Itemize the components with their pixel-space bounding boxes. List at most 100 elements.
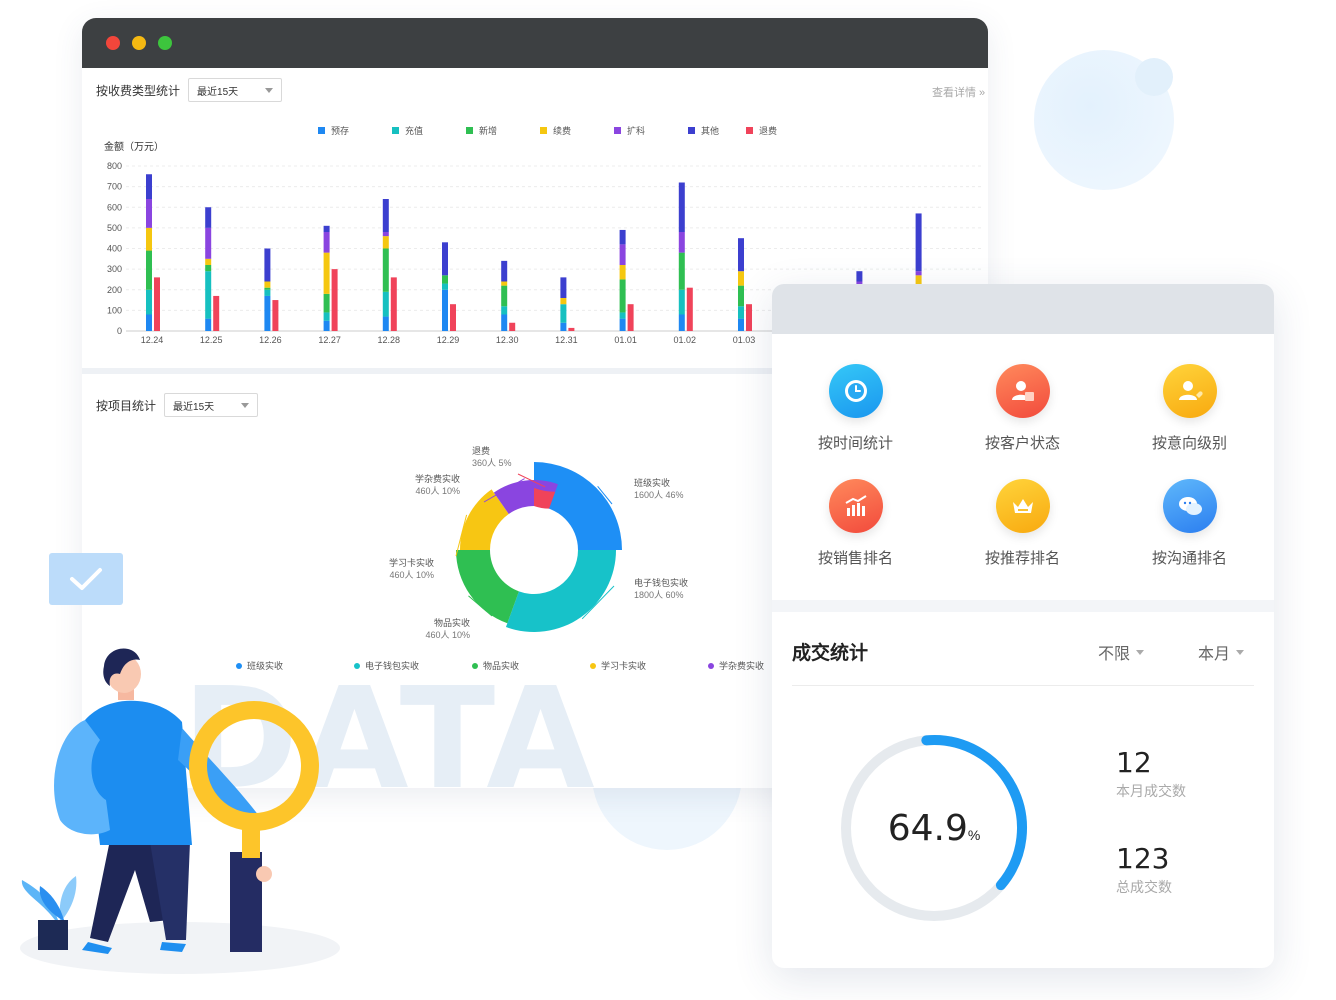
feature-referral-rank[interactable]: 按推荐排名 — [939, 479, 1106, 568]
bar-segment — [264, 281, 271, 288]
x-tick-label: 12.27 — [318, 335, 341, 345]
bar-segment — [205, 271, 212, 319]
bar-segment — [323, 225, 330, 232]
legend-swatch — [746, 127, 753, 134]
bar-segment — [678, 252, 685, 290]
feature-communication-rank[interactable]: 按沟通排名 — [1106, 479, 1273, 568]
bar-segment — [146, 227, 152, 251]
maximize-window-button[interactable] — [158, 36, 172, 50]
month-deal-count: 12 — [1116, 746, 1152, 779]
bar-segment — [619, 265, 626, 280]
donut-legend-item[interactable]: 学习卡实收 — [590, 659, 708, 672]
donut-legend-item[interactable]: 电子钱包实收 — [354, 659, 472, 672]
caret-down-icon — [1236, 649, 1245, 655]
feature-label: 按销售排名 — [817, 550, 893, 567]
bar-segment — [738, 285, 744, 307]
decor-bubble-small — [1135, 58, 1173, 96]
legend-label: 充值 — [405, 126, 424, 136]
view-details-link[interactable]: 查看详情 » — [932, 84, 985, 100]
close-window-button[interactable] — [106, 36, 120, 50]
legend-dot — [472, 662, 478, 669]
feature-sales-rank[interactable]: 按销售排名 — [772, 479, 939, 568]
bar-segment — [619, 312, 626, 319]
x-tick-label: 12.31 — [555, 335, 578, 345]
bar-segment — [686, 287, 693, 331]
feature-label: 按沟通排名 — [1151, 550, 1227, 567]
caret-down-icon — [241, 403, 250, 408]
legend-item[interactable]: 其他 — [688, 124, 746, 137]
bar-range-select[interactable]: 最近15天 — [188, 78, 283, 102]
y-tick-label: 500 — [107, 223, 122, 233]
slice-detail: 1800人 60% — [634, 590, 684, 600]
feature-time-stats[interactable]: 按时间统计 — [772, 364, 939, 453]
project-range-select[interactable]: 最近15天 — [164, 393, 259, 417]
legend-label: 扩科 — [627, 126, 646, 136]
x-tick-label: 12.24 — [141, 335, 164, 345]
legend-item[interactable]: 续费 — [540, 124, 614, 137]
x-tick-label: 12.26 — [259, 335, 282, 345]
legend-dot — [708, 662, 714, 669]
feature-label: 按意向级别 — [1151, 435, 1227, 452]
feature-customer-status[interactable]: 按客户状态 — [939, 364, 1106, 453]
chat-icon — [1162, 479, 1217, 533]
legend-label: 电子钱包实收 — [365, 661, 420, 671]
stage: 按收费类型统计 最近15天 查看详情 » 预存 充值 新增 续费 扩科 其他 退费 金额（万… — [0, 0, 1336, 1000]
project-section-header: 按项目统计 最近15天 — [96, 393, 259, 417]
y-tick-label: 300 — [107, 264, 122, 274]
stats-card: 按时间统计 按客户状态 按意向级别 按销售排名 按推荐排名 按沟通排名 成交统计… — [772, 284, 1274, 968]
bar-segment — [738, 306, 744, 319]
analyst-illustration — [20, 648, 340, 974]
legend-item[interactable]: 充值 — [392, 124, 466, 137]
y-tick-label: 700 — [107, 182, 122, 192]
bar-segment — [568, 327, 575, 331]
period-filter[interactable]: 本月 — [1198, 640, 1245, 664]
bar-segment — [323, 293, 330, 313]
bar-segment — [323, 232, 330, 253]
clock-icon — [828, 364, 883, 418]
x-tick-label: 01.03 — [733, 335, 756, 345]
legend-label: 新增 — [479, 126, 498, 136]
donut-legend-item[interactable]: 物品实收 — [472, 659, 590, 672]
legend-item[interactable]: 新增 — [466, 124, 540, 137]
total-deal-count: 123 — [1116, 842, 1170, 875]
legend-item[interactable]: 预存 — [318, 124, 392, 137]
slice-label: 电子钱包实收 — [634, 577, 688, 588]
bar-segment — [560, 304, 567, 323]
minimize-window-button[interactable] — [132, 36, 146, 50]
legend-label: 续费 — [553, 126, 572, 136]
legend-item[interactable]: 扩科 — [614, 124, 688, 137]
bar-segment — [678, 182, 685, 232]
bar-segment — [213, 295, 220, 331]
checkmark-icon — [70, 568, 102, 590]
x-tick-label: 12.29 — [437, 335, 460, 345]
bar-range-value: 最近15天 — [197, 86, 239, 98]
bar-segment — [264, 295, 271, 331]
project-range-value: 最近15天 — [173, 401, 215, 413]
bar-segment — [382, 199, 389, 232]
legend-item[interactable]: 退费 — [746, 124, 820, 137]
total-deal-label: 总成交数 — [1116, 879, 1172, 895]
slice-label: 退费 — [472, 445, 490, 456]
bar-segment — [205, 318, 212, 331]
bar-segment — [509, 322, 516, 331]
x-tick-label: 01.02 — [674, 335, 697, 345]
bar-segment — [272, 300, 279, 331]
scope-filter[interactable]: 不限 — [1098, 640, 1145, 664]
bar-segment — [501, 281, 508, 286]
x-tick-label: 12.25 — [200, 335, 223, 345]
bar-segment — [146, 250, 152, 290]
slice-label: 学习卡实收 — [389, 557, 434, 568]
feature-label: 按客户状态 — [984, 435, 1060, 452]
bar-segment — [501, 314, 508, 331]
checkmark-badge — [49, 553, 123, 605]
bar-segment — [331, 269, 338, 331]
bar-segment — [738, 238, 744, 272]
legend-label: 物品实收 — [483, 661, 520, 671]
bar-segment — [678, 289, 685, 315]
slice-detail: 360人 5% — [472, 458, 512, 468]
y-tick-label: 200 — [107, 285, 122, 295]
bar-segment — [442, 283, 448, 290]
y-axis-title: 金额（万元） — [104, 140, 164, 153]
feature-intent-level[interactable]: 按意向级别 — [1106, 364, 1273, 453]
bar-segment — [442, 289, 448, 331]
